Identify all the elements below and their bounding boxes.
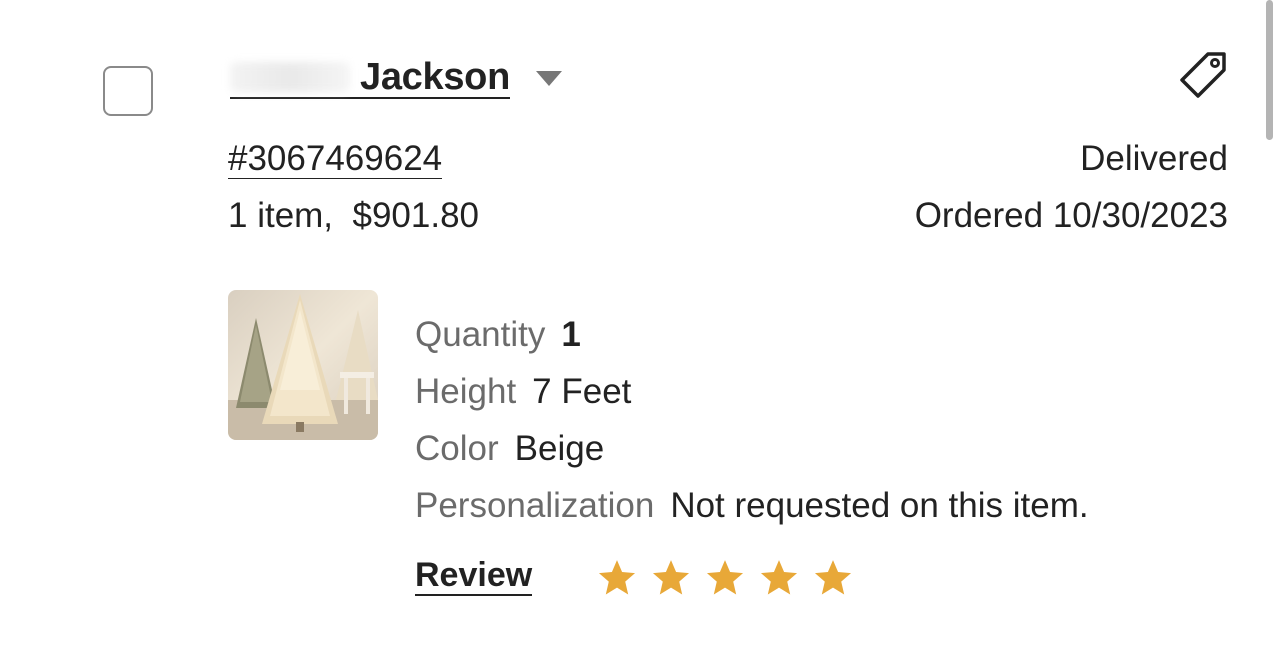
tag-icon[interactable] xyxy=(1176,48,1230,102)
select-order-checkbox[interactable] xyxy=(103,66,153,116)
star-icon[interactable] xyxy=(812,557,854,599)
review-stars xyxy=(596,557,854,599)
attr-height: Height 7 Feet xyxy=(415,363,1089,420)
star-icon[interactable] xyxy=(596,557,638,599)
attr-personalization: Personalization Not requested on this it… xyxy=(415,477,1089,534)
buyer-name-link[interactable]: Jackson xyxy=(230,58,510,99)
attr-label: Height xyxy=(415,371,517,411)
christmas-tree-image xyxy=(228,290,378,440)
order-status: Delivered xyxy=(1080,139,1228,178)
attr-value: Not requested on this item. xyxy=(670,485,1089,525)
item-thumbnail[interactable] xyxy=(228,290,378,440)
review-link[interactable]: Review xyxy=(415,556,533,596)
star-icon[interactable] xyxy=(758,557,800,599)
ordered-date: Ordered 10/30/2023 xyxy=(914,196,1228,235)
attr-label: Quantity xyxy=(415,314,546,354)
order-summary: 1 item, $901.80 xyxy=(228,196,479,235)
attr-value: 1 xyxy=(561,314,581,354)
attr-label: Personalization xyxy=(415,485,655,525)
attr-quantity: Quantity 1 xyxy=(415,306,1089,363)
redacted-first-name xyxy=(230,61,350,92)
attr-value: Beige xyxy=(514,428,605,468)
attr-value: 7 Feet xyxy=(532,371,632,411)
buyer-name: Jackson xyxy=(360,55,510,98)
order-card: Jackson #3067469624 1 item, $901.80 Deli… xyxy=(0,0,1284,650)
buyer-header: Jackson xyxy=(230,50,562,106)
star-icon[interactable] xyxy=(704,557,746,599)
star-icon[interactable] xyxy=(650,557,692,599)
attr-label: Color xyxy=(415,428,499,468)
caret-down-icon[interactable] xyxy=(536,70,562,86)
attr-color: Color Beige xyxy=(415,420,1089,477)
scrollbar[interactable] xyxy=(1266,0,1273,140)
item-attributes: Quantity 1 Height 7 Feet Color Beige Per… xyxy=(415,306,1089,534)
order-number-link[interactable]: #3067469624 xyxy=(228,140,443,179)
